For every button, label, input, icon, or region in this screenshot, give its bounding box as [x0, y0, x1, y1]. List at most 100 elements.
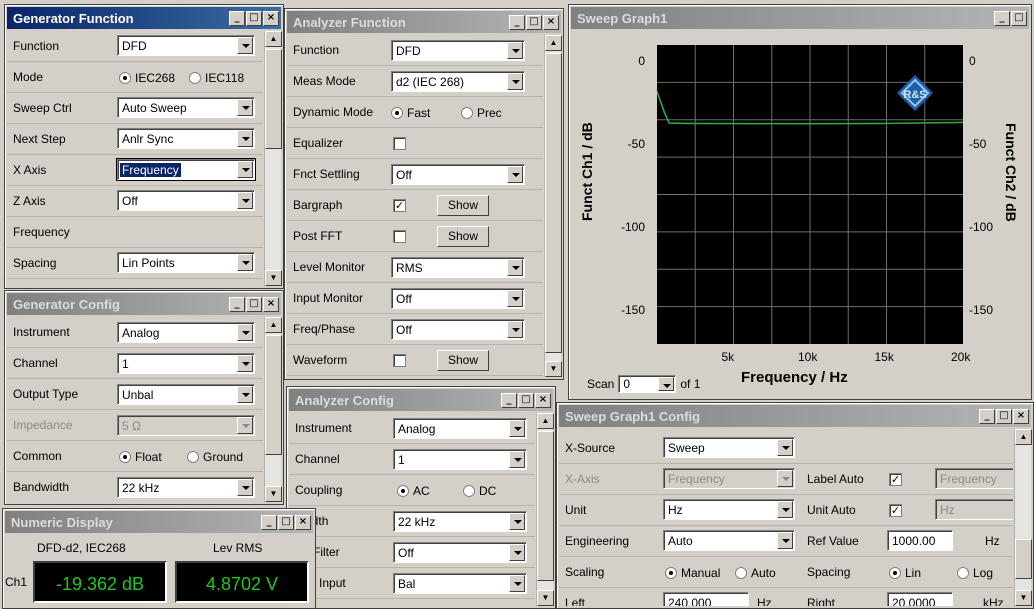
- left-value-input[interactable]: 240.000: [663, 592, 749, 606]
- ref-value-input[interactable]: 1000.00: [887, 530, 953, 551]
- scroll-down-arrow-icon[interactable]: ▼: [265, 486, 282, 502]
- vertical-scrollbar[interactable]: ▲ ▼: [536, 413, 554, 606]
- dropdown-arrow-icon[interactable]: [509, 513, 525, 530]
- unit-select[interactable]: Hz: [663, 499, 795, 520]
- freq-phase-select[interactable]: Off: [391, 319, 525, 340]
- radio-ground[interactable]: Ground: [187, 450, 243, 464]
- scroll-down-arrow-icon[interactable]: ▼: [265, 270, 282, 286]
- dropdown-arrow-icon[interactable]: [658, 377, 675, 391]
- dropdown-arrow-icon[interactable]: [237, 161, 253, 178]
- dropdown-arrow-icon[interactable]: [509, 544, 525, 561]
- scroll-thumb[interactable]: [265, 49, 282, 149]
- output-type-select[interactable]: Unbal: [117, 384, 255, 405]
- scroll-down-arrow-icon[interactable]: ▼: [1015, 590, 1032, 606]
- post-fft-checkbox[interactable]: [393, 230, 406, 243]
- radio-prec[interactable]: Prec: [461, 106, 502, 120]
- spacing-select[interactable]: Lin Points: [117, 252, 255, 273]
- minimize-button[interactable]: _: [509, 14, 525, 30]
- maximize-button[interactable]: □: [526, 14, 542, 30]
- minimize-button[interactable]: _: [229, 296, 245, 312]
- scroll-up-arrow-icon[interactable]: ▲: [537, 413, 554, 429]
- dropdown-arrow-icon[interactable]: [237, 254, 253, 271]
- scroll-up-arrow-icon[interactable]: ▲: [545, 35, 562, 51]
- dropdown-arrow-icon[interactable]: [509, 451, 525, 468]
- bandwidth-select[interactable]: 22 kHz: [117, 477, 255, 498]
- vertical-scrollbar[interactable]: ▲ ▼: [264, 317, 282, 502]
- waveform-checkbox[interactable]: [393, 354, 406, 367]
- generator-config-titlebar[interactable]: Generator Config _ □ ×: [7, 293, 281, 315]
- minimize-button[interactable]: _: [501, 392, 517, 408]
- meas-mode-select[interactable]: d2 (IEC 268): [391, 71, 525, 92]
- close-button[interactable]: ×: [295, 514, 311, 530]
- scroll-down-arrow-icon[interactable]: ▼: [545, 361, 562, 377]
- input-select[interactable]: Bal: [393, 573, 527, 594]
- function-select[interactable]: DFD: [391, 40, 525, 61]
- dropdown-arrow-icon[interactable]: [507, 73, 523, 90]
- maximize-button[interactable]: □: [1011, 10, 1027, 26]
- radio-fast[interactable]: Fast: [391, 106, 430, 120]
- channel-select[interactable]: 1: [393, 449, 527, 470]
- close-button[interactable]: ×: [535, 392, 551, 408]
- close-button[interactable]: ×: [263, 296, 279, 312]
- scroll-up-arrow-icon[interactable]: ▲: [265, 31, 282, 47]
- label-auto-checkbox[interactable]: ✓: [889, 473, 902, 486]
- dropdown-arrow-icon[interactable]: [777, 532, 793, 549]
- instrument-select[interactable]: Analog: [117, 322, 255, 343]
- engineering-select[interactable]: Auto: [663, 530, 795, 551]
- vertical-scrollbar[interactable]: ▲ ▼: [264, 31, 282, 286]
- dropdown-arrow-icon[interactable]: [507, 166, 523, 183]
- minimize-button[interactable]: _: [979, 408, 995, 424]
- close-button[interactable]: ×: [1013, 408, 1029, 424]
- channel-select[interactable]: 1: [117, 353, 255, 374]
- vertical-scrollbar[interactable]: ▲ ▼: [544, 35, 562, 377]
- dropdown-arrow-icon[interactable]: [237, 192, 253, 209]
- level-monitor-select[interactable]: RMS: [391, 257, 525, 278]
- dropdown-arrow-icon[interactable]: [237, 37, 253, 54]
- equalizer-checkbox[interactable]: [393, 137, 406, 150]
- dropdown-arrow-icon[interactable]: [507, 321, 523, 338]
- maximize-button[interactable]: □: [996, 408, 1012, 424]
- maximize-button[interactable]: □: [278, 514, 294, 530]
- x-axis-select[interactable]: Frequency: [116, 158, 256, 181]
- instrument-select[interactable]: Analog: [393, 418, 527, 439]
- dropdown-arrow-icon[interactable]: [237, 99, 253, 116]
- plot-area[interactable]: R&S: [656, 45, 964, 344]
- z-axis-select[interactable]: Off: [117, 190, 255, 211]
- maximize-button[interactable]: □: [246, 10, 262, 26]
- dropdown-arrow-icon[interactable]: [237, 386, 253, 403]
- sweep-graph-titlebar[interactable]: Sweep Graph1 _ □: [571, 7, 1029, 29]
- radio-log[interactable]: Log: [957, 566, 993, 580]
- radio-dc[interactable]: DC: [463, 484, 496, 498]
- minimize-button[interactable]: _: [229, 10, 245, 26]
- right-value-input[interactable]: 20.0000: [887, 592, 953, 606]
- radio-lin[interactable]: Lin: [889, 566, 921, 580]
- scan-select[interactable]: 0: [618, 375, 677, 393]
- vertical-scrollbar[interactable]: ▲ ▼: [1014, 429, 1032, 606]
- scroll-thumb[interactable]: [545, 53, 562, 353]
- radio-iec118[interactable]: IEC118: [189, 71, 244, 85]
- sweep-graph-config-titlebar[interactable]: Sweep Graph1 Config _ □ ×: [559, 405, 1031, 427]
- maximize-button[interactable]: □: [518, 392, 534, 408]
- analyzer-config-titlebar[interactable]: Analyzer Config _ □ ×: [289, 389, 553, 411]
- radio-float[interactable]: Float: [119, 450, 162, 464]
- next-step-select[interactable]: Anlr Sync: [117, 128, 255, 149]
- dropdown-arrow-icon[interactable]: [777, 439, 793, 456]
- scroll-up-arrow-icon[interactable]: ▲: [265, 317, 282, 333]
- radio-iec268[interactable]: IEC268: [119, 71, 175, 85]
- bargraph-show-button[interactable]: Show: [437, 195, 489, 216]
- maximize-button[interactable]: □: [246, 296, 262, 312]
- scroll-up-arrow-icon[interactable]: ▲: [1015, 429, 1032, 445]
- dropdown-arrow-icon[interactable]: [509, 420, 525, 437]
- sweep-ctrl-select[interactable]: Auto Sweep: [117, 97, 255, 118]
- bargraph-checkbox[interactable]: ✓: [393, 199, 406, 212]
- filter-select[interactable]: Off: [393, 542, 527, 563]
- minimize-button[interactable]: _: [994, 10, 1010, 26]
- close-button[interactable]: ×: [263, 10, 279, 26]
- dropdown-arrow-icon[interactable]: [509, 575, 525, 592]
- radio-auto[interactable]: Auto: [735, 566, 776, 580]
- dropdown-arrow-icon[interactable]: [507, 42, 523, 59]
- radio-ac[interactable]: AC: [397, 484, 430, 498]
- fnct-settling-select[interactable]: Off: [391, 164, 525, 185]
- dropdown-arrow-icon[interactable]: [237, 479, 253, 496]
- scroll-thumb[interactable]: [265, 335, 282, 455]
